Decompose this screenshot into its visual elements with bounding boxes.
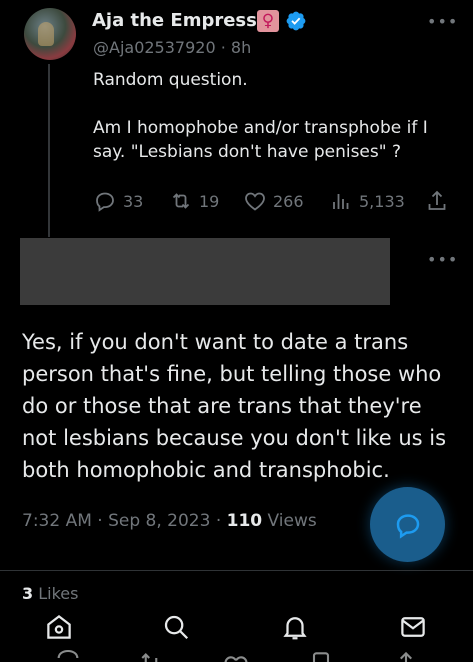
share-icon xyxy=(400,651,412,662)
action-bar: 33 19 266 5,133 xyxy=(93,189,451,215)
like-count: 266 xyxy=(273,191,304,211)
retweet-button[interactable]: 19 xyxy=(169,189,219,213)
search-icon xyxy=(164,615,189,640)
share-icon xyxy=(428,190,446,210)
more-icon[interactable]: ••• xyxy=(427,12,458,31)
share-button[interactable] xyxy=(425,189,455,213)
handle-line: @Aja02537920 · 8h xyxy=(93,38,251,57)
separator: · xyxy=(220,38,231,57)
more-icon[interactable]: ••• xyxy=(427,250,458,269)
reply-button[interactable]: 33 xyxy=(93,189,143,213)
author-name[interactable]: Aja the Empress xyxy=(92,10,257,31)
likes-label: Likes xyxy=(38,584,79,603)
compose-button[interactable] xyxy=(370,487,445,562)
verified-badge-icon xyxy=(286,11,306,31)
home-icon xyxy=(47,614,71,639)
reply-icon xyxy=(96,192,114,212)
notifications-icon xyxy=(283,617,307,640)
bottom-nav xyxy=(0,606,473,662)
heart-icon xyxy=(245,192,265,211)
nav-search[interactable] xyxy=(161,612,191,642)
views-count: 5,133 xyxy=(359,191,405,211)
retweet-icon xyxy=(141,653,158,662)
nav-notifications[interactable] xyxy=(280,612,310,642)
nav-messages[interactable] xyxy=(398,612,428,642)
reply-count: 33 xyxy=(123,191,144,211)
likes-count: 3 xyxy=(22,584,34,603)
divider xyxy=(0,570,473,571)
compose-icon xyxy=(396,513,419,539)
venus-emoji-badge: ♀ xyxy=(257,10,279,32)
bookmark-icon xyxy=(312,652,330,662)
retweet-icon xyxy=(172,193,190,209)
author-handle[interactable]: @Aja02537920 xyxy=(93,38,216,57)
views-icon xyxy=(333,194,349,209)
reply-icon xyxy=(57,649,79,659)
heart-icon xyxy=(224,656,248,662)
tweet-body: Random question. Am I homophobe and/or t… xyxy=(93,70,428,162)
messages-icon xyxy=(401,617,425,637)
thread-line xyxy=(48,64,50,237)
likes-summary[interactable]: 3 Likes xyxy=(22,584,78,603)
reply-text: Yes, if you don't want to date a trans p… xyxy=(22,330,447,482)
avatar[interactable] xyxy=(24,8,76,60)
reply-time[interactable]: 7:32 AM · Sep 8, 2023 xyxy=(22,511,210,531)
retweet-count: 19 xyxy=(199,191,220,211)
redacted-header xyxy=(20,238,390,305)
reply-views-count: 110 xyxy=(226,511,263,531)
reply-meta: 7:32 AM · Sep 8, 2023 · 110 Views xyxy=(22,511,317,531)
tweet-text: Random question. Am I homophobe and/or t… xyxy=(93,68,463,164)
separator: · xyxy=(215,511,227,531)
tweet-age[interactable]: 8h xyxy=(231,38,251,57)
reply-views-label: Views xyxy=(267,511,317,531)
like-button[interactable]: 266 xyxy=(243,189,304,213)
nav-home[interactable] xyxy=(44,612,74,642)
views-button[interactable]: 5,133 xyxy=(329,189,405,213)
